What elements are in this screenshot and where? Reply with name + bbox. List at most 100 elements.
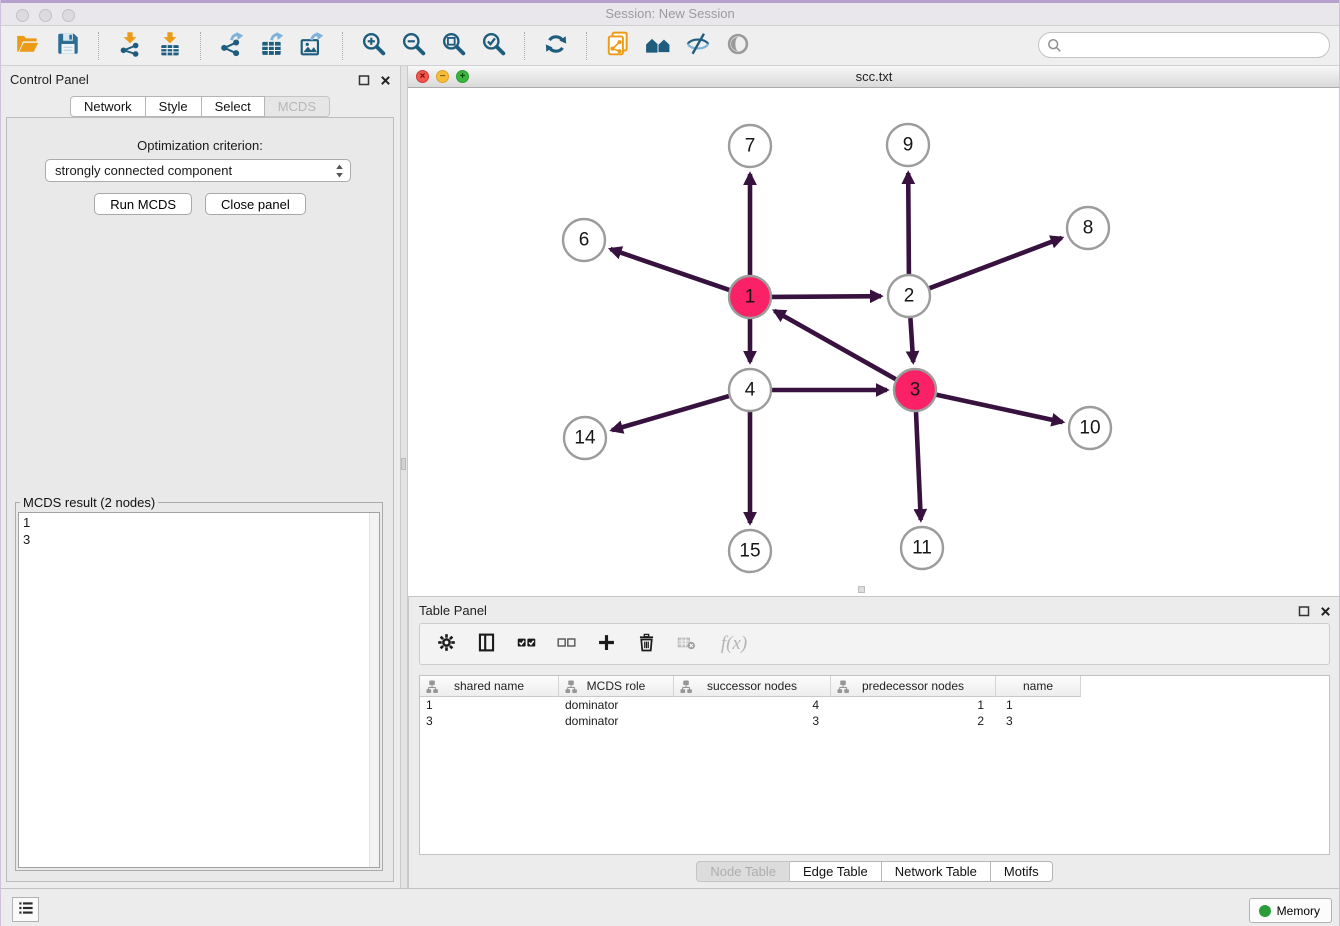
main-toolbar xyxy=(0,26,1340,66)
graph-edge-3-10[interactable] xyxy=(937,395,1063,422)
graph-node-3[interactable]: 3 xyxy=(894,369,936,411)
graph-node-4[interactable]: 4 xyxy=(729,369,771,411)
table-settings-button[interactable] xyxy=(434,632,458,656)
column-header-shared-name[interactable]: shared name xyxy=(420,676,559,697)
graph-edge-4-14[interactable] xyxy=(612,396,729,430)
zoom-in-button[interactable] xyxy=(356,30,391,61)
graph-node-10[interactable]: 10 xyxy=(1069,407,1111,449)
delete-column-icon xyxy=(636,632,657,656)
window-close-button[interactable] xyxy=(16,9,29,22)
optimization-criterion-label: Optimization criterion: xyxy=(7,118,393,153)
table-panel-close-button[interactable] xyxy=(1320,606,1331,617)
graph-edge-1-2[interactable] xyxy=(772,296,881,297)
zoom-out-button[interactable] xyxy=(396,30,431,61)
graph-node-15[interactable]: 15 xyxy=(729,530,771,572)
table-row[interactable]: 3dominator323 xyxy=(420,713,1329,729)
network-window-titlebar[interactable]: × − + scc.txt xyxy=(408,66,1340,88)
graph-node-9[interactable]: 9 xyxy=(887,124,929,166)
table-cell[interactable]: 3 xyxy=(674,714,831,728)
delete-column-button[interactable] xyxy=(634,632,658,656)
clone-network-button[interactable] xyxy=(600,30,635,61)
table-cell[interactable]: 1 xyxy=(831,698,996,712)
tab-edge-table[interactable]: Edge Table xyxy=(790,861,882,882)
column-header-MCDS-role[interactable]: MCDS role xyxy=(559,676,674,697)
svg-text:8: 8 xyxy=(1083,218,1094,239)
table-cell[interactable]: 1 xyxy=(996,698,1081,712)
network-maximize-button[interactable]: + xyxy=(456,70,469,83)
column-header-successor-nodes[interactable]: successor nodes xyxy=(674,676,831,697)
select-all-rows-button[interactable] xyxy=(514,632,538,656)
graph-node-1[interactable]: 1 xyxy=(729,276,771,318)
network-close-button[interactable]: × xyxy=(416,70,429,83)
graph-edge-2-8[interactable] xyxy=(930,238,1062,288)
divider-grip-icon[interactable] xyxy=(401,458,406,470)
import-table-button[interactable] xyxy=(152,30,187,61)
zoom-fit-button[interactable] xyxy=(436,30,471,61)
table-tabs: Node TableEdge TableNetwork TableMotifs xyxy=(409,861,1340,882)
show-all-button[interactable] xyxy=(720,30,755,61)
refresh-layout-button[interactable] xyxy=(538,30,573,61)
zoom-selected-button[interactable] xyxy=(476,30,511,61)
table-cell[interactable]: 3 xyxy=(420,714,559,728)
control-panel-float-button[interactable] xyxy=(358,74,370,86)
deselect-all-rows-button[interactable] xyxy=(554,632,578,656)
tab-node-table[interactable]: Node Table xyxy=(696,861,790,882)
table-panel-title: Table Panel xyxy=(419,603,487,618)
table-cell[interactable]: dominator xyxy=(559,714,674,728)
table-cell[interactable]: dominator xyxy=(559,698,674,712)
column-header-predecessor-nodes[interactable]: predecessor nodes xyxy=(831,676,996,697)
graph-node-2[interactable]: 2 xyxy=(888,275,930,317)
criterion-dropdown[interactable]: strongly connected component xyxy=(45,159,351,182)
search-input[interactable] xyxy=(1062,33,1329,57)
zoom-selected-icon xyxy=(481,31,507,60)
run-mcds-button[interactable]: Run MCDS xyxy=(94,193,192,215)
graph-edge-1-6[interactable] xyxy=(611,249,730,290)
add-column-button[interactable] xyxy=(594,632,618,656)
tab-network[interactable]: Network xyxy=(70,96,146,117)
memory-button[interactable]: Memory xyxy=(1249,898,1332,923)
window-zoom-button[interactable] xyxy=(62,9,75,22)
graph-node-7[interactable]: 7 xyxy=(729,125,771,167)
first-neighbors-button[interactable] xyxy=(640,30,675,61)
column-visibility-button[interactable] xyxy=(474,632,498,656)
open-file-button[interactable] xyxy=(10,30,45,61)
hide-selected-button[interactable] xyxy=(680,30,715,61)
graph-node-6[interactable]: 6 xyxy=(563,219,605,261)
save-session-button[interactable] xyxy=(50,30,85,61)
table-cell[interactable]: 1 xyxy=(420,698,559,712)
canvas-resize-grip[interactable] xyxy=(858,586,865,593)
network-window-title: scc.txt xyxy=(408,66,1340,87)
import-network-button[interactable] xyxy=(112,30,147,61)
table-row[interactable]: 1dominator411 xyxy=(420,697,1329,713)
export-table-button[interactable] xyxy=(254,30,289,61)
tab-mcds[interactable]: MCDS xyxy=(265,96,330,117)
graph-edge-2-9[interactable] xyxy=(908,173,909,274)
window-minimize-button[interactable] xyxy=(39,9,52,22)
control-panel-close-button[interactable] xyxy=(380,75,391,86)
tab-select[interactable]: Select xyxy=(202,96,265,117)
graph-node-8[interactable]: 8 xyxy=(1067,207,1109,249)
mcds-result-list[interactable]: 1 3 xyxy=(18,512,380,868)
close-panel-button[interactable]: Close panel xyxy=(205,193,306,215)
tab-style[interactable]: Style xyxy=(146,96,202,117)
graph-node-14[interactable]: 14 xyxy=(564,417,606,459)
network-canvas[interactable]: 7 9 6 8 1 2 4 3 14 10 15 11 xyxy=(408,88,1340,596)
graph-edge-2-3[interactable] xyxy=(910,318,913,362)
export-image-button[interactable] xyxy=(294,30,329,61)
graph-edge-3-11[interactable] xyxy=(916,412,921,520)
table-cell[interactable]: 4 xyxy=(674,698,831,712)
result-scrollbar[interactable] xyxy=(369,513,379,867)
task-history-button[interactable] xyxy=(12,897,39,922)
network-minimize-button[interactable]: − xyxy=(436,70,449,83)
column-header-name[interactable]: name xyxy=(996,676,1081,697)
graph-node-11[interactable]: 11 xyxy=(901,527,943,569)
table-cell[interactable]: 2 xyxy=(831,714,996,728)
graph-edge-3-1[interactable] xyxy=(774,311,895,380)
table-panel-float-button[interactable] xyxy=(1298,605,1310,617)
tab-motifs[interactable]: Motifs xyxy=(991,861,1053,882)
table-cell[interactable]: 3 xyxy=(996,714,1081,728)
export-network-button[interactable] xyxy=(214,30,249,61)
tab-network-table[interactable]: Network Table xyxy=(882,861,991,882)
toolbar-separator xyxy=(98,32,99,60)
panel-split-divider[interactable] xyxy=(400,66,408,888)
